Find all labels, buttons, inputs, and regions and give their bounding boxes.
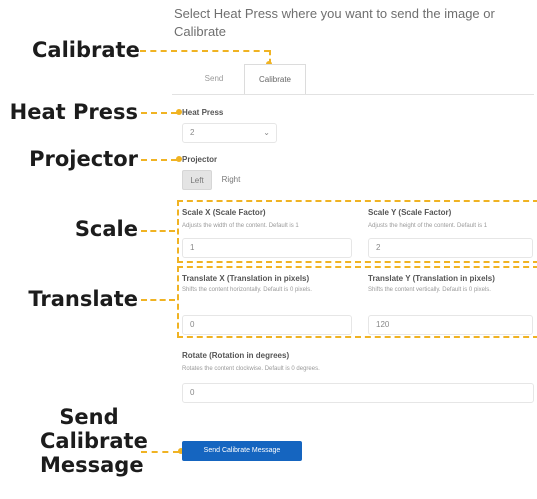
rotate-help: Rotates the content clockwise. Default i… <box>182 366 320 372</box>
calibration-panel: Select Heat Press where you want to send… <box>172 0 537 499</box>
translate-x-label: Translate X (Translation in pixels) <box>182 274 310 283</box>
callout-send-calibrate-message: Send Calibrate Message <box>40 405 148 477</box>
scale-x-help: Adjusts the width of the content. Defaul… <box>182 223 299 229</box>
callout-scale: Scale <box>74 217 138 241</box>
leader-scale <box>141 230 175 232</box>
heat-press-select[interactable]: 2 ⌄ <box>182 123 277 143</box>
scale-x-input[interactable]: 1 <box>182 238 352 258</box>
callout-projector: Projector <box>29 147 138 171</box>
heat-press-value: 2 <box>190 128 195 137</box>
projector-option-left[interactable]: Left <box>182 170 212 190</box>
projector-label: Projector <box>182 155 218 164</box>
callout-send-line1: Send <box>59 405 119 429</box>
chevron-down-icon: ⌄ <box>263 128 270 137</box>
translate-y-label: Translate Y (Translation in pixels) <box>368 274 495 283</box>
heat-press-label: Heat Press <box>182 108 224 117</box>
leader-translate <box>141 299 175 301</box>
scale-y-label: Scale Y (Scale Factor) <box>368 208 452 217</box>
callout-translate: Translate <box>28 287 138 311</box>
rotate-input[interactable]: 0 <box>182 383 534 403</box>
scale-y-input[interactable]: 2 <box>368 238 533 258</box>
callout-send-line2: Calibrate <box>40 429 148 453</box>
callout-calibrate: Calibrate <box>32 38 140 62</box>
translate-y-help: Shifts the content vertically. Default i… <box>368 287 491 293</box>
projector-option-right[interactable]: Right <box>214 170 248 190</box>
scale-x-label: Scale X (Scale Factor) <box>182 208 266 217</box>
panel-instruction: Select Heat Press where you want to send… <box>174 6 495 39</box>
callout-heat-press: Heat Press <box>9 100 138 124</box>
translate-x-input[interactable]: 0 <box>182 315 352 335</box>
send-calibrate-message-button[interactable]: Send Calibrate Message <box>182 441 302 461</box>
callout-send-line3: Message <box>40 453 144 477</box>
tabs-divider <box>172 94 534 95</box>
translate-x-help: Shifts the content horizontally. Default… <box>182 287 312 293</box>
scale-y-help: Adjusts the height of the content. Defau… <box>368 223 488 229</box>
translate-y-input[interactable]: 120 <box>368 315 533 335</box>
tab-send[interactable]: Send <box>184 64 244 94</box>
rotate-label: Rotate (Rotation in degrees) <box>182 351 290 360</box>
tab-calibrate[interactable]: Calibrate <box>244 64 306 95</box>
